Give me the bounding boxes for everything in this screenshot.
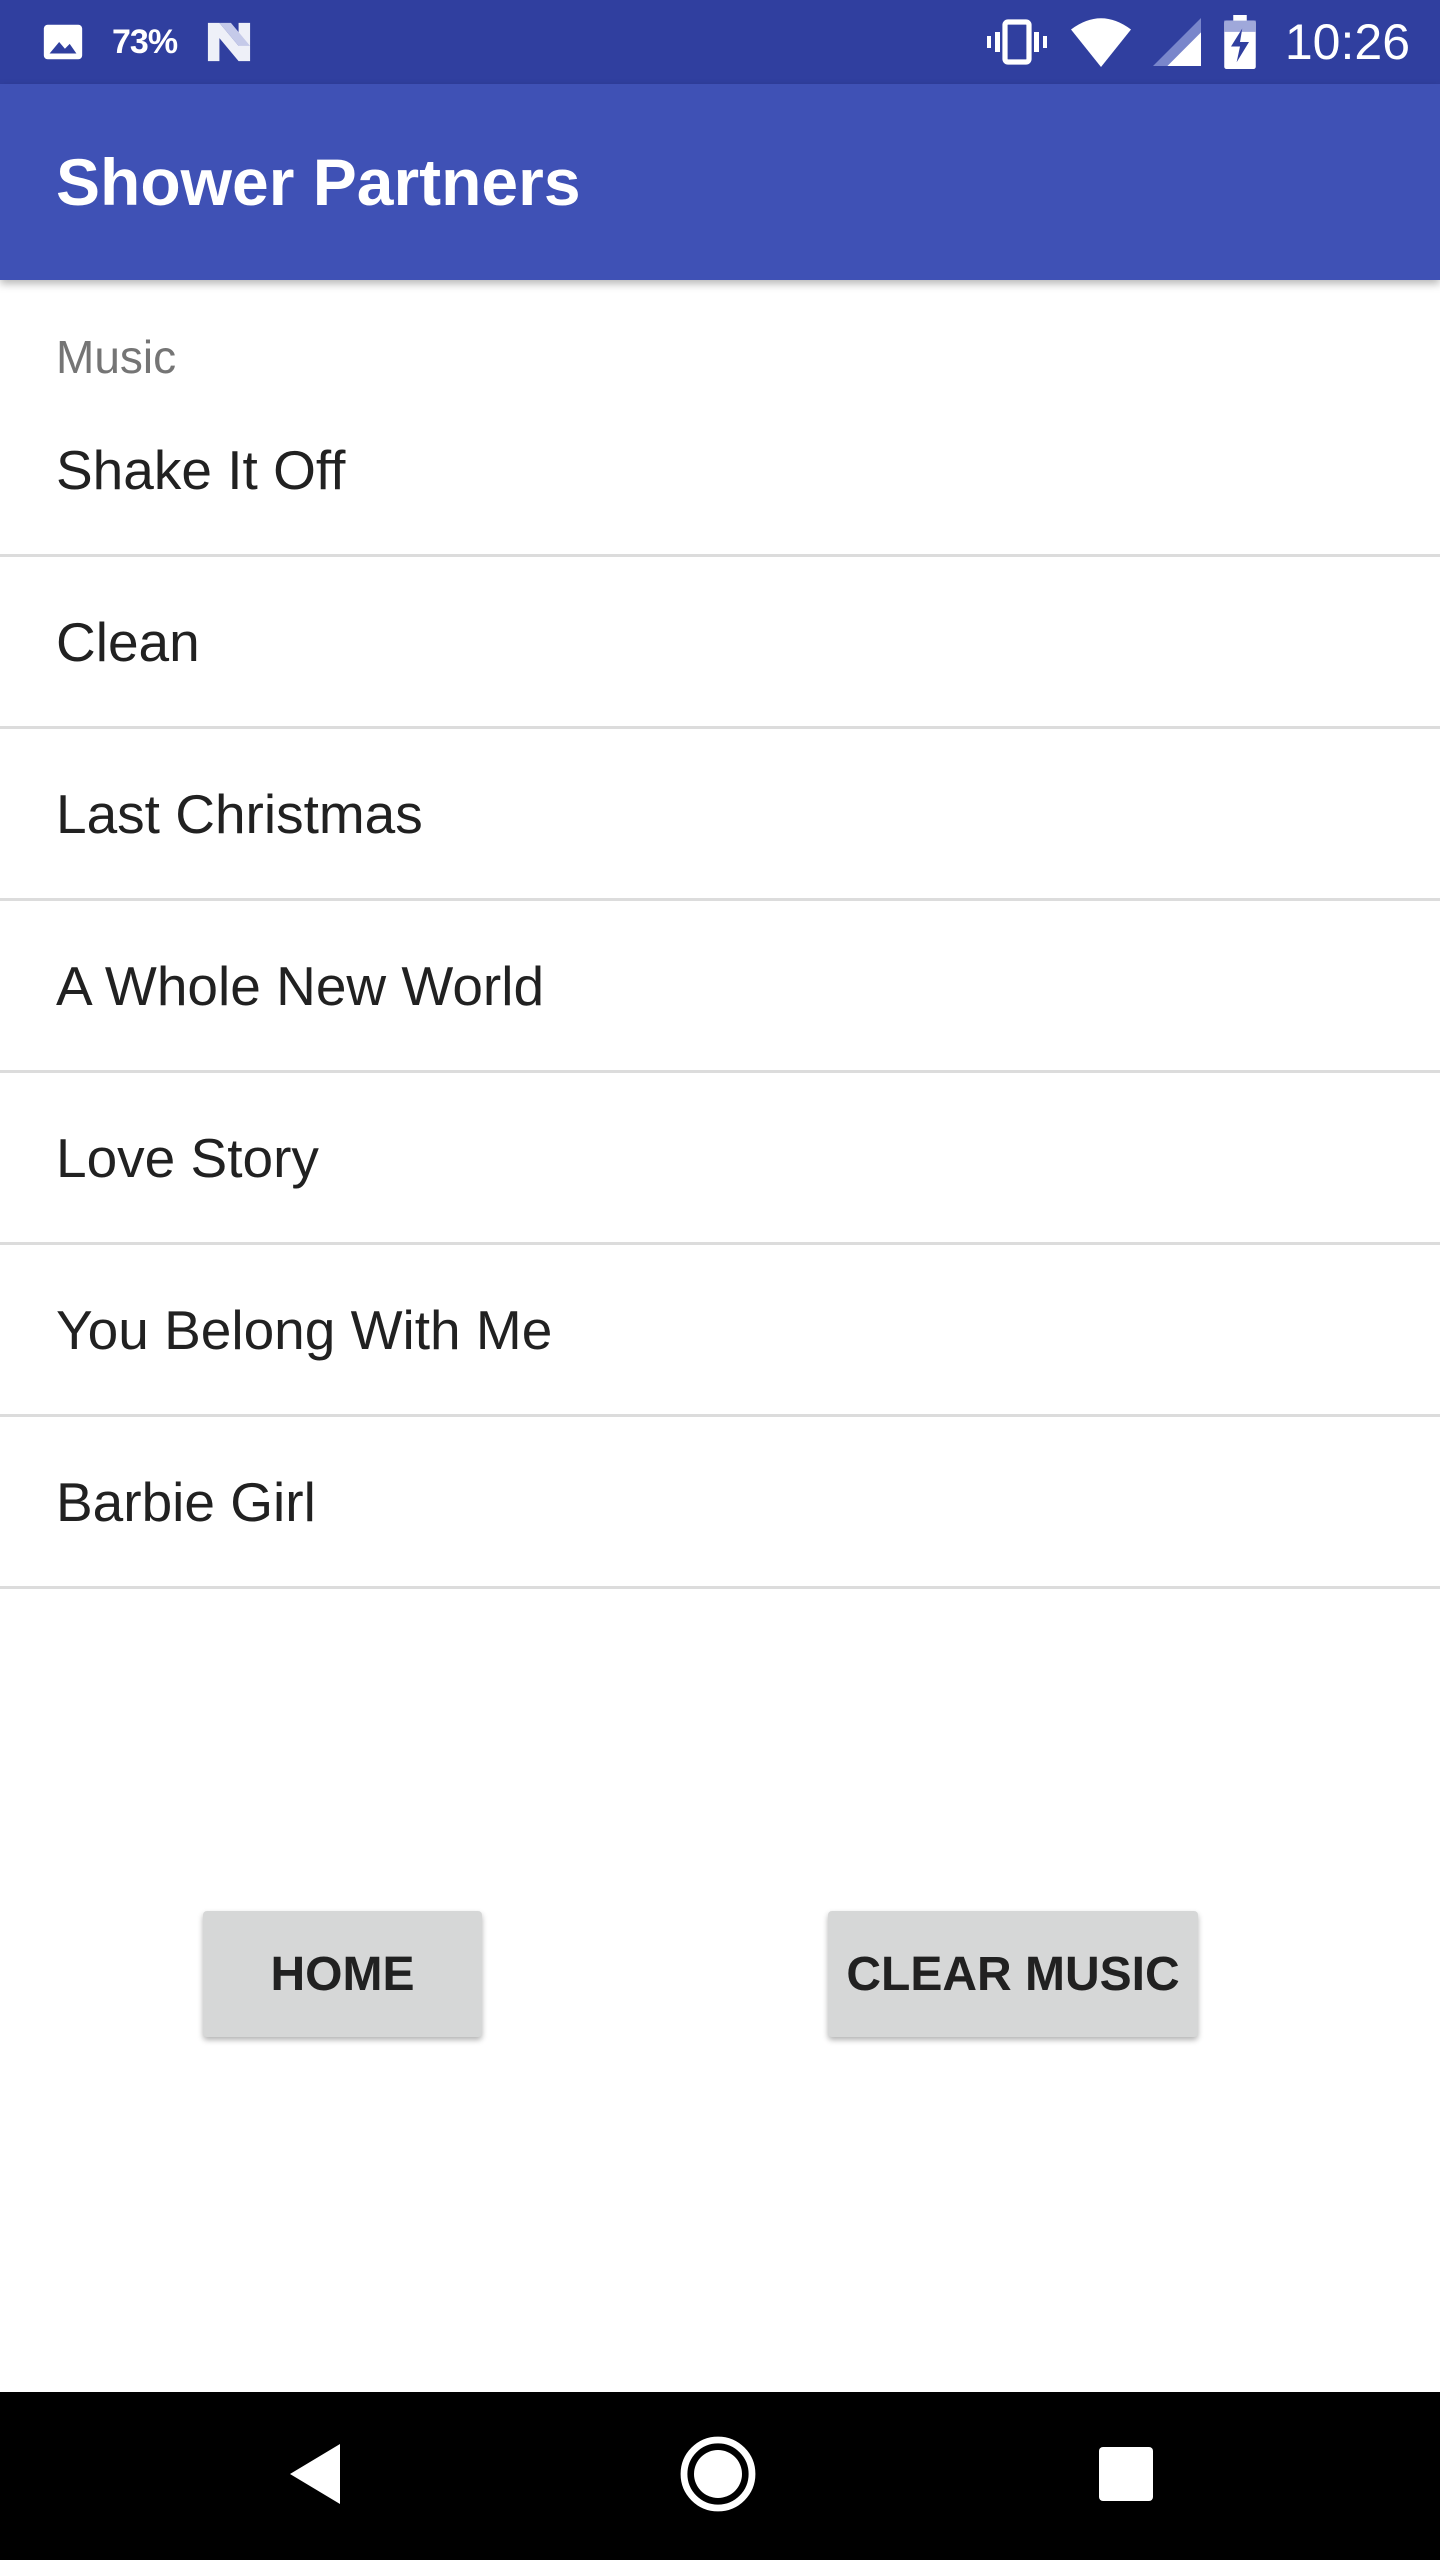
vibrate-icon [985, 18, 1049, 66]
battery-percent: 73% [112, 22, 178, 61]
list-item[interactable]: You Belong With Me [0, 1245, 1440, 1417]
wifi-icon [1070, 17, 1131, 67]
category-header: Music [56, 331, 177, 383]
recents-button[interactable] [1046, 2392, 1206, 2560]
home-nav-button[interactable] [638, 2392, 798, 2560]
app-bar: Shower Partners [0, 84, 1440, 280]
navigation-bar [0, 2392, 1440, 2560]
list-item[interactable]: Barbie Girl [0, 1417, 1440, 1589]
song-title: Last Christmas [56, 783, 423, 845]
song-title: Love Story [56, 1127, 319, 1189]
list-item[interactable]: Love Story [0, 1073, 1440, 1245]
song-title: Clean [56, 611, 200, 673]
cell-signal-icon [1152, 18, 1201, 66]
song-title: A Whole New World [56, 955, 545, 1017]
list-item[interactable]: Clean [0, 557, 1440, 729]
app-title: Shower Partners [56, 145, 581, 219]
list-item[interactable]: Last Christmas [0, 729, 1440, 901]
recents-icon [1099, 2446, 1153, 2506]
back-button[interactable] [236, 2392, 396, 2560]
list-item[interactable]: A Whole New World [0, 901, 1440, 1073]
battery-charging-icon [1223, 15, 1257, 69]
back-icon [288, 2442, 344, 2511]
image-icon [40, 19, 86, 65]
home-circle-icon [678, 2434, 758, 2519]
clock-time: 10:26 [1284, 14, 1410, 70]
song-title: Barbie Girl [56, 1471, 316, 1533]
clear-music-button[interactable]: CLEAR MUSIC [828, 1911, 1198, 2037]
song-title: You Belong With Me [56, 1299, 553, 1361]
list-item[interactable]: Music Shake It Off [0, 280, 1440, 557]
song-title: Shake It Off [56, 439, 346, 501]
n-logo-icon [203, 19, 255, 65]
status-bar: 73% 10:26 [0, 0, 1440, 84]
home-button[interactable]: HOME [203, 1911, 482, 2037]
